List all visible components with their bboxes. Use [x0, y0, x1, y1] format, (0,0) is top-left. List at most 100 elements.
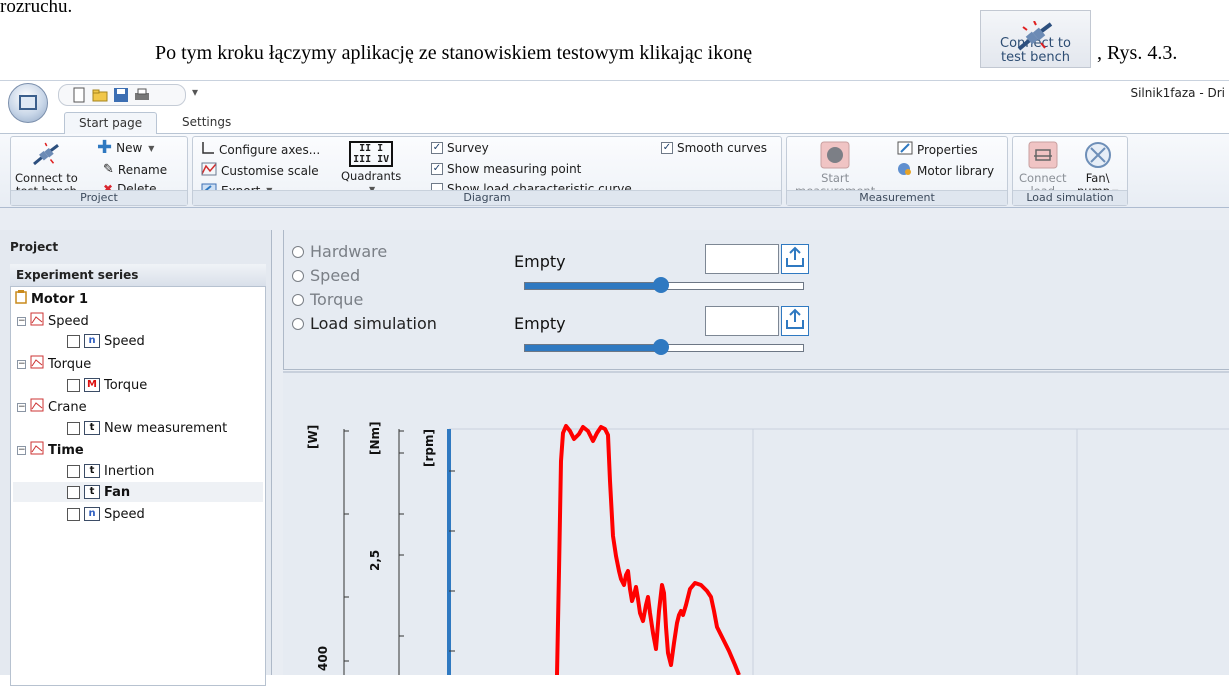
- inertion-checkbox[interactable]: [67, 464, 80, 478]
- quadrants-label: Quadrants: [341, 169, 402, 183]
- mode-radio-torque[interactable]: Torque: [292, 290, 363, 309]
- save-icon[interactable]: [113, 87, 129, 103]
- properties-icon: [897, 141, 913, 158]
- plug-icon: [1015, 20, 1055, 58]
- motor-library-button[interactable]: Motor library: [897, 162, 994, 179]
- motor-label: Motor 1: [31, 291, 88, 307]
- tree-node-speed-item[interactable]: n Speed: [67, 331, 145, 351]
- tree-node-speed-group[interactable]: − Speed: [17, 311, 89, 331]
- quadrant-glyph-top: II I: [359, 143, 384, 154]
- survey-label: Survey: [447, 141, 489, 155]
- collapse-icon[interactable]: −: [17, 316, 26, 326]
- slider2[interactable]: [524, 339, 804, 355]
- customize-toolbar-icon[interactable]: ▾: [192, 85, 198, 99]
- time-group-label: Time: [48, 442, 84, 458]
- new-file-icon[interactable]: [71, 87, 87, 103]
- chart-background: [283, 371, 1229, 675]
- tree-node-torque-item[interactable]: M Torque: [67, 375, 147, 395]
- open-folder-icon[interactable]: [92, 87, 108, 103]
- mode-radio-speed[interactable]: Speed: [292, 266, 360, 285]
- slider1-fill: [525, 283, 662, 289]
- tick-label-400: 400: [316, 646, 330, 671]
- tree-node-time-group[interactable]: − Time: [17, 440, 84, 460]
- tick-label-2-5: 2,5: [368, 550, 382, 571]
- fan-checkbox[interactable]: [67, 485, 80, 499]
- axes-icon: [201, 141, 215, 158]
- tree-node-torque-group[interactable]: − Torque: [17, 354, 91, 374]
- torque-checkbox[interactable]: [67, 378, 80, 392]
- upload-button-2[interactable]: [781, 306, 809, 336]
- motor-library-label: Motor library: [917, 163, 995, 178]
- axis-label-rpm: [rpm]: [422, 429, 436, 467]
- collapse-icon[interactable]: −: [17, 402, 26, 412]
- speed-n-icon: n: [84, 507, 100, 521]
- rename-button[interactable]: ✎ Rename: [103, 162, 167, 177]
- group-label-load-simulation: Load simulation: [1013, 190, 1127, 205]
- slider2-knob[interactable]: [653, 339, 670, 355]
- show-measuring-point-label: Show measuring point: [447, 162, 582, 176]
- chart-svg: [W] [Nm] [rpm] 2,5 400: [283, 371, 1229, 675]
- upload-icon: [785, 308, 805, 335]
- crane-checkbox[interactable]: [67, 421, 80, 435]
- badge-t-text: t: [89, 486, 95, 497]
- application-menu-button[interactable]: [8, 83, 48, 123]
- badge-t-text: t: [89, 465, 95, 476]
- slider2-value-input[interactable]: [705, 306, 779, 336]
- tree-node-crane-item[interactable]: t New measurement: [67, 418, 227, 438]
- badge-n-text: n: [88, 335, 96, 346]
- pane-title: Project: [10, 240, 59, 254]
- badge-m-text: M: [87, 379, 97, 390]
- torque-m-icon: M: [84, 378, 100, 392]
- time-speed-checkbox[interactable]: [67, 507, 80, 521]
- radio-circle: [292, 269, 304, 282]
- quadrant-glyph-bottom: III IV: [353, 154, 390, 165]
- properties-button[interactable]: Properties: [897, 141, 978, 158]
- axis-label-w: [W]: [306, 425, 320, 449]
- mode-label: Hardware: [310, 242, 388, 261]
- tree-node-inertion[interactable]: t Inertion: [67, 461, 154, 481]
- smooth-curves-label: Smooth curves: [677, 141, 767, 155]
- mode-label: Load simulation: [310, 314, 437, 333]
- collapse-icon[interactable]: −: [17, 359, 26, 369]
- inline-connect-button-image: Connect to test bench: [980, 10, 1091, 68]
- tree-node-crane-group[interactable]: − Crane: [17, 397, 87, 417]
- axis-label-nm: [Nm]: [368, 421, 382, 455]
- time-t-icon: t: [84, 421, 100, 435]
- crane-group-label: Crane: [48, 399, 87, 415]
- tree-node-fan[interactable]: t Fan: [13, 482, 263, 502]
- group-label-measurement: Measurement: [787, 190, 1007, 205]
- smooth-curves-check-icon: ✓: [661, 142, 673, 154]
- smooth-curves-checkbox[interactable]: ✓ Smooth curves: [661, 141, 767, 155]
- time-t-icon: t: [84, 485, 100, 499]
- chart-icon: [30, 398, 44, 416]
- print-icon[interactable]: [134, 87, 150, 103]
- customise-scale-button[interactable]: Customise scale: [201, 162, 319, 179]
- collapse-icon[interactable]: −: [17, 445, 26, 455]
- quadrants-button[interactable]: II I III IV Quadrants ▼: [341, 141, 401, 196]
- ribbon-group-diagram: Configure axes... Customise scale Export…: [192, 136, 782, 206]
- new-button[interactable]: ✚ New ▼: [97, 139, 154, 157]
- upload-button-1[interactable]: [781, 244, 809, 274]
- customise-scale-label: Customise scale: [221, 163, 319, 178]
- survey-checkbox[interactable]: ✓ Survey: [431, 141, 489, 155]
- chart-icon: [30, 441, 44, 459]
- mode-label: Speed: [310, 266, 361, 285]
- slider2-fill: [525, 345, 662, 351]
- badge-n-text: n: [88, 508, 96, 519]
- group-label-project: Project: [11, 190, 187, 205]
- slider1[interactable]: [524, 277, 804, 293]
- tree-node-time-speed[interactable]: n Speed: [67, 504, 145, 524]
- mode-radio-hardware[interactable]: Hardware: [292, 242, 387, 261]
- mode-radio-load-simulation[interactable]: Load simulation: [292, 314, 437, 333]
- configure-axes-button[interactable]: Configure axes...: [201, 141, 320, 158]
- tab-start-page[interactable]: Start page: [64, 112, 158, 135]
- slider1-value-input[interactable]: [705, 244, 779, 274]
- speed-checkbox[interactable]: [67, 334, 80, 348]
- tab-settings[interactable]: Settings: [168, 112, 245, 135]
- project-tree[interactable]: Motor 1 − Speed n Speed − Torque M Torqu…: [10, 286, 266, 686]
- radio-circle: [292, 293, 304, 306]
- slider1-knob[interactable]: [653, 277, 670, 293]
- clipboard-icon: [15, 290, 27, 308]
- tree-node-motor[interactable]: Motor 1: [15, 289, 88, 309]
- show-measuring-point-checkbox[interactable]: ✓ Show measuring point: [431, 162, 581, 176]
